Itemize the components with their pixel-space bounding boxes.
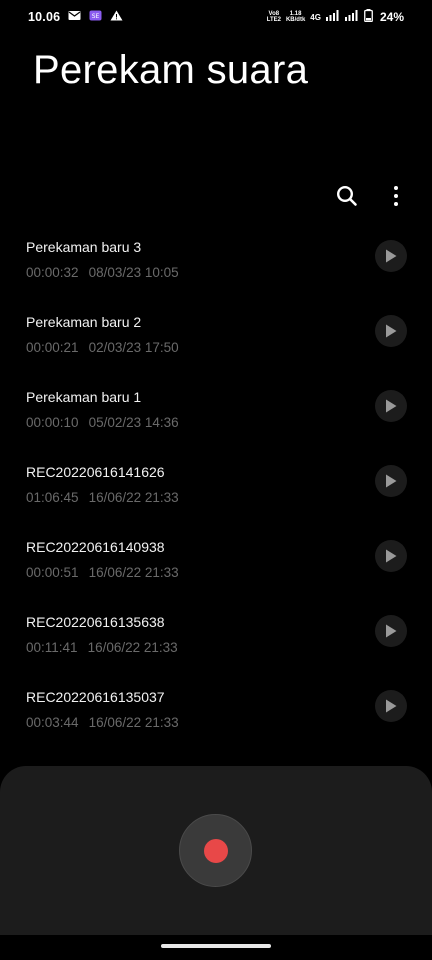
app-notification-icon: SE xyxy=(89,10,102,24)
recording-duration: 00:00:21 xyxy=(26,340,79,355)
play-icon xyxy=(386,699,397,713)
recording-duration: 00:00:32 xyxy=(26,265,79,280)
recording-meta: 01:06:45 16/06/22 21:33 xyxy=(26,490,179,505)
network-speed: 1.18 KB/dtk xyxy=(286,11,305,23)
battery-icon xyxy=(364,9,373,25)
more-options-button[interactable] xyxy=(380,180,412,212)
warning-icon xyxy=(110,10,123,24)
recording-date: 16/06/22 21:33 xyxy=(87,640,178,655)
play-button[interactable] xyxy=(375,315,407,347)
recording-date: 16/06/22 21:33 xyxy=(88,490,179,505)
recording-meta: 00:00:51 16/06/22 21:33 xyxy=(26,565,179,580)
recording-item[interactable]: Perekaman baru 3 00:00:32 08/03/23 10:05 xyxy=(0,222,432,297)
recording-name: Perekaman baru 1 xyxy=(26,389,142,405)
recording-item[interactable]: REC20220616141626 01:06:45 16/06/22 21:3… xyxy=(0,447,432,522)
volte-indicator: Vo8 LTE2 xyxy=(267,11,281,23)
recording-meta: 00:00:21 02/03/23 17:50 xyxy=(26,340,179,355)
recording-item[interactable]: REC20220616140938 00:00:51 16/06/22 21:3… xyxy=(0,522,432,597)
recording-date: 08/03/23 10:05 xyxy=(88,265,179,280)
battery-percent: 24% xyxy=(379,10,404,24)
status-left: 10.06 SE xyxy=(28,10,123,24)
recording-item[interactable]: Perekaman baru 2 00:00:21 02/03/23 17:50 xyxy=(0,297,432,372)
play-button[interactable] xyxy=(375,390,407,422)
home-indicator[interactable] xyxy=(161,944,271,948)
play-icon xyxy=(386,549,397,563)
play-icon xyxy=(386,399,397,413)
status-right: Vo8 LTE2 1.18 KB/dtk 4G 24% xyxy=(267,9,404,25)
recording-duration: 00:03:44 xyxy=(26,715,79,730)
recording-meta: 00:00:10 05/02/23 14:36 xyxy=(26,415,179,430)
search-icon xyxy=(336,185,357,206)
recording-name: REC20220616135638 xyxy=(26,614,165,630)
recording-date: 16/06/22 21:33 xyxy=(88,715,179,730)
status-time: 10.06 xyxy=(28,10,61,24)
recording-date: 05/02/23 14:36 xyxy=(88,415,179,430)
recording-item[interactable]: REC20220616135638 00:11:41 16/06/22 21:3… xyxy=(0,597,432,672)
play-button[interactable] xyxy=(375,690,407,722)
recording-date: 16/06/22 21:33 xyxy=(88,565,179,580)
svg-text:SE: SE xyxy=(92,13,100,20)
status-bar: 10.06 SE Vo8 LTE2 1.18 KB/dtk 4G 24% xyxy=(0,0,432,34)
recording-name: REC20220616141626 xyxy=(26,464,165,480)
play-button[interactable] xyxy=(375,540,407,572)
recording-meta: 00:03:44 16/06/22 21:33 xyxy=(26,715,179,730)
speed-unit: KB/dtk xyxy=(285,17,306,23)
play-button[interactable] xyxy=(375,465,407,497)
page-title: Perekam suara xyxy=(33,48,309,92)
recording-name: Perekaman baru 3 xyxy=(26,239,142,255)
play-icon xyxy=(386,249,397,263)
recording-date: 02/03/23 17:50 xyxy=(88,340,179,355)
signal-2-icon xyxy=(344,10,359,24)
recording-item[interactable]: Perekaman baru 1 00:00:10 05/02/23 14:36 xyxy=(0,372,432,447)
recording-meta: 00:11:41 16/06/22 21:33 xyxy=(26,640,178,655)
network-type: 4G xyxy=(310,12,321,22)
play-button[interactable] xyxy=(375,240,407,272)
voice-recorder-screen: 10.06 SE Vo8 LTE2 1.18 KB/dtk 4G 24% Per… xyxy=(0,0,432,960)
more-vertical-icon xyxy=(394,186,398,206)
recording-duration: 01:06:45 xyxy=(26,490,79,505)
recording-name: Perekaman baru 2 xyxy=(26,314,142,330)
play-icon xyxy=(386,474,397,488)
record-button[interactable] xyxy=(179,814,252,887)
play-icon xyxy=(386,324,397,338)
lte-label: LTE2 xyxy=(266,17,281,23)
recording-name: REC20220616140938 xyxy=(26,539,165,555)
recording-meta: 00:00:32 08/03/23 10:05 xyxy=(26,265,179,280)
recording-duration: 00:00:10 xyxy=(26,415,79,430)
recording-item[interactable]: REC20220616135037 00:03:44 16/06/22 21:3… xyxy=(0,672,432,747)
play-icon xyxy=(386,624,397,638)
recording-list: Perekaman baru 3 00:00:32 08/03/23 10:05… xyxy=(0,222,432,747)
play-button[interactable] xyxy=(375,615,407,647)
mail-notification-icon xyxy=(68,10,81,24)
record-dot-icon xyxy=(203,838,228,863)
recording-duration: 00:00:51 xyxy=(26,565,79,580)
recording-name: REC20220616135037 xyxy=(26,689,165,705)
search-button[interactable] xyxy=(331,180,363,212)
recording-duration: 00:11:41 xyxy=(26,640,78,655)
signal-icon xyxy=(325,10,340,24)
